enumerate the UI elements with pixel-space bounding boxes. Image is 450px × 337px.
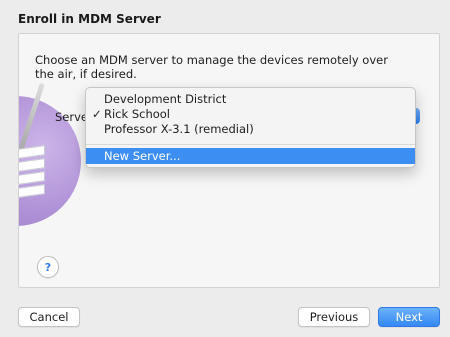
menu-item-label: Development District xyxy=(104,92,227,106)
help-button[interactable]: ? xyxy=(37,256,59,278)
server-popup-menu: Development District ✓ Rick School Profe… xyxy=(85,87,416,168)
instructions-text: Choose an MDM server to manage the devic… xyxy=(35,53,388,81)
cancel-button[interactable]: Cancel xyxy=(18,307,80,327)
menu-item-rick-school[interactable]: ✓ Rick School xyxy=(86,107,415,122)
previous-button[interactable]: Previous xyxy=(298,307,370,327)
next-button[interactable]: Next xyxy=(378,307,440,327)
menu-item-label: New Server... xyxy=(104,149,181,163)
menu-item-professor-x[interactable]: Professor X-3.1 (remedial) xyxy=(86,122,415,137)
menu-item-new-server[interactable]: New Server... xyxy=(86,148,415,164)
menu-item-label: Rick School xyxy=(104,107,171,121)
dialog-title: Enroll in MDM Server xyxy=(18,12,161,26)
menu-item-development-district[interactable]: Development District xyxy=(86,92,415,107)
enroll-mdm-dialog: Enroll in MDM Server Choose an MDM serve… xyxy=(0,0,450,337)
menu-separator xyxy=(86,144,415,145)
checkmark-icon: ✓ xyxy=(92,107,102,121)
menu-item-label: Professor X-3.1 (remedial) xyxy=(104,122,254,136)
